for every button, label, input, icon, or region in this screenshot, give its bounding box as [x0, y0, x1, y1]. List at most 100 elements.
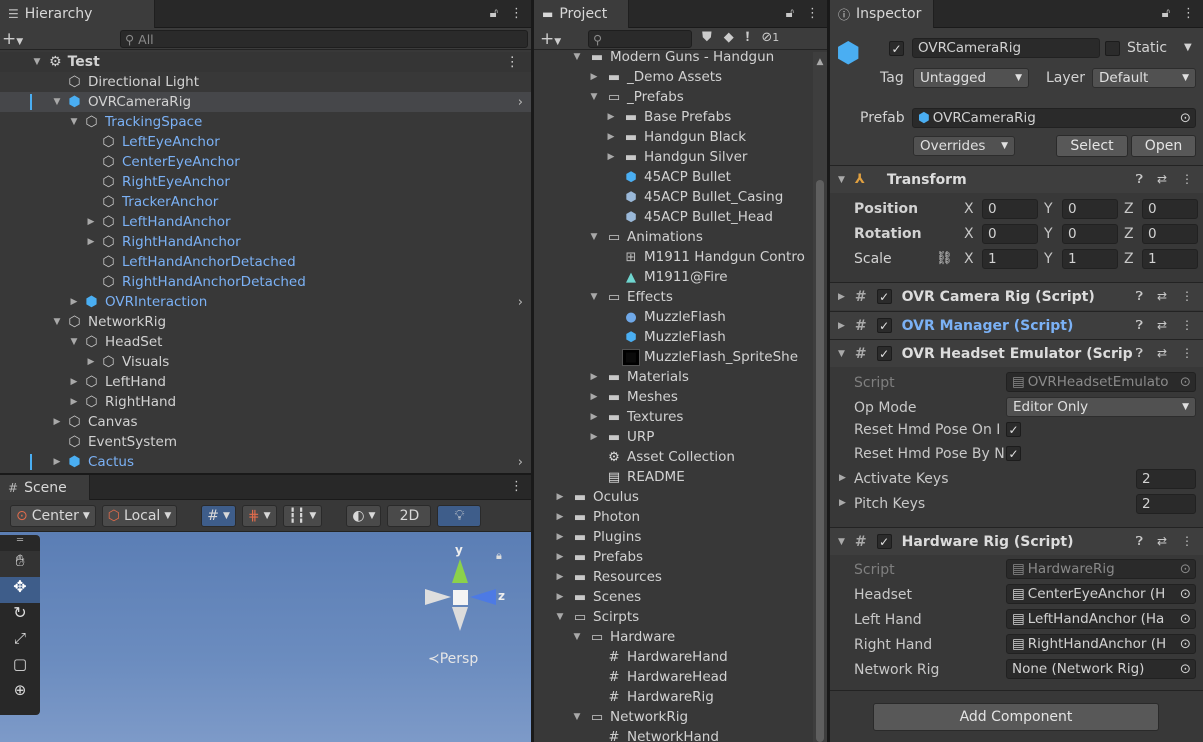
rotation-z-axis-label[interactable]: Z — [1124, 226, 1134, 242]
right-hand-field[interactable]: ▤ RightHandAnchor (H ⊙ — [1006, 634, 1196, 654]
component-enabled-checkbox[interactable]: ✓ — [876, 318, 892, 333]
position-z-field[interactable]: 0 — [1142, 199, 1198, 219]
project-scrollbar[interactable]: ▲ — [813, 52, 827, 742]
headset-field[interactable]: ▤ CenterEyeAnchor (H ⊙ — [1006, 584, 1196, 604]
foldout-arrow-icon[interactable]: ▼ — [838, 349, 845, 359]
expand-arrow-icon[interactable]: ▼ — [31, 57, 43, 67]
gameobject-cube-icon[interactable]: ⬢ — [836, 36, 860, 69]
expand-arrow-icon[interactable]: ▶ — [588, 72, 600, 82]
hierarchy-item[interactable]: ▼ ⬡ NetworkRig — [0, 312, 531, 332]
space-dropdown[interactable]: ⬡ Local ▼ — [101, 504, 178, 527]
warning-icon[interactable]: ❗︎ — [746, 30, 750, 45]
active-checkbox[interactable]: ✓ — [889, 41, 904, 56]
reset-hmd-pose-by-checkbox[interactable]: ✓ — [1006, 446, 1021, 461]
drag-handle-icon[interactable]: ═ — [0, 535, 40, 551]
expand-arrow-icon[interactable]: ▼ — [588, 232, 600, 242]
project-item[interactable]: ▶ ▬ Scenes — [534, 587, 827, 607]
scale-z-axis-label[interactable]: Z — [1124, 251, 1134, 267]
expand-arrow-icon[interactable]: ▼ — [51, 97, 63, 107]
scale-z-field[interactable]: 1 — [1142, 249, 1198, 269]
rotate-tool-icon[interactable]: ↻ — [0, 603, 40, 629]
network-rig-field[interactable]: None (Network Rig) ⊙ — [1006, 659, 1196, 679]
expand-arrow-icon[interactable]: ▶ — [85, 217, 97, 227]
presets-icon[interactable]: ⇄ — [1157, 534, 1167, 549]
foldout-arrow-icon[interactable]: ▶ — [838, 321, 845, 331]
kebab-menu-icon[interactable]: ⋮ — [1181, 289, 1193, 304]
scene-root-row[interactable]: ▼ ⚙︎ Test ⋮ — [0, 52, 531, 72]
object-picker-icon[interactable]: ⊙ — [1179, 661, 1191, 677]
project-item[interactable]: ⬢ 45ACP Bullet — [534, 167, 827, 187]
kebab-menu-icon[interactable]: ⋮ — [1181, 534, 1193, 549]
foldout-arrow-icon[interactable]: ▶ — [838, 292, 845, 302]
position-y-axis-label[interactable]: Y — [1044, 201, 1053, 217]
expand-arrow-icon[interactable]: ▼ — [68, 337, 80, 347]
op-mode-dropdown[interactable]: Editor Only ▼ — [1006, 397, 1196, 417]
rect-tool-icon[interactable]: ▢ — [0, 655, 40, 681]
project-item[interactable]: # HardwareHead — [534, 667, 827, 687]
hierarchy-item[interactable]: ▼ ⬢ OVRCameraRig › — [0, 92, 531, 112]
project-item[interactable]: ▼ ▭ NetworkRig — [534, 707, 827, 727]
kebab-menu-icon[interactable]: ⋮ — [1181, 346, 1193, 361]
help-icon[interactable]: ❓︎ — [1136, 346, 1143, 361]
kebab-menu-icon[interactable]: ⋮ — [1181, 318, 1193, 333]
foldout-arrow-icon[interactable]: ▶ — [839, 473, 846, 483]
project-item[interactable]: ▶ ▬ _Demo Assets — [534, 67, 827, 87]
help-icon[interactable]: ❓︎ — [1136, 534, 1143, 549]
scale-x-field[interactable]: 1 — [982, 249, 1038, 269]
select-button[interactable]: Select — [1056, 135, 1128, 157]
expand-arrow-icon[interactable]: ▶ — [554, 592, 566, 602]
project-item[interactable]: ▶ ▬ Plugins — [534, 527, 827, 547]
position-y-field[interactable]: 0 — [1062, 199, 1118, 219]
help-icon[interactable]: ❓︎ — [1136, 318, 1143, 333]
project-item[interactable]: ▶ ▬ Base Prefabs — [534, 107, 827, 127]
foldout-arrow-icon[interactable]: ▶ — [839, 498, 846, 508]
hierarchy-item[interactable]: ⬡ Directional Light — [0, 72, 531, 92]
move-tool-icon[interactable]: ✥ — [0, 577, 40, 603]
scroll-thumb[interactable] — [816, 180, 824, 742]
inspector-tab[interactable]: ⓘ Inspector — [830, 0, 934, 28]
increment-snap-toggle[interactable]: ⋕ ▼ — [241, 504, 277, 527]
lighting-toggle[interactable]: 💡︎ — [437, 504, 482, 527]
help-icon[interactable]: ❓︎ — [1136, 172, 1143, 187]
expand-arrow-icon[interactable]: ▼ — [588, 292, 600, 302]
object-picker-icon[interactable]: ⊙ — [1179, 586, 1191, 602]
project-search-input[interactable]: ⚲ — [588, 30, 692, 48]
overrides-dropdown[interactable]: Overrides ▼ — [913, 136, 1015, 156]
hierarchy-item[interactable]: ▶ ⬡ Canvas — [0, 412, 531, 432]
rotation-x-axis-label[interactable]: X — [964, 226, 974, 242]
hierarchy-item[interactable]: ▶ ⬡ LeftHand — [0, 372, 531, 392]
presets-icon[interactable]: ⇄ — [1157, 346, 1167, 361]
expand-arrow-icon[interactable]: ▼ — [571, 712, 583, 722]
object-picker-icon[interactable]: ⊙ — [1179, 611, 1191, 627]
expand-arrow-icon[interactable]: ▼ — [588, 92, 600, 102]
expand-arrow-icon[interactable]: ▶ — [68, 377, 80, 387]
project-item[interactable]: # NetworkHand — [534, 727, 827, 742]
expand-arrow-icon[interactable]: ▶ — [605, 112, 617, 122]
expand-arrow-icon[interactable]: ▶ — [68, 397, 80, 407]
project-item[interactable]: ▶ ▬ Oculus — [534, 487, 827, 507]
expand-arrow-icon[interactable]: ▶ — [554, 552, 566, 562]
position-x-axis-label[interactable]: X — [964, 201, 974, 217]
link-scale-icon[interactable]: ⛓︎ — [936, 251, 953, 266]
hierarchy-item[interactable]: ▶ ⬡ LeftHandAnchor — [0, 212, 531, 232]
expand-arrow-icon[interactable]: ▶ — [51, 417, 63, 427]
expand-arrow-icon[interactable]: ▶ — [85, 237, 97, 247]
lock-icon[interactable]: 🔓︎ — [786, 6, 794, 21]
hierarchy-item[interactable]: ▶ ⬢ OVRInteraction › — [0, 292, 531, 312]
filter-type-icon[interactable]: ⛊ — [702, 30, 712, 45]
hierarchy-item[interactable]: ▶ ⬡ RightHand — [0, 392, 531, 412]
add-component-button[interactable]: Add Component — [873, 703, 1159, 731]
expand-arrow-icon[interactable]: ▼ — [571, 632, 583, 642]
hierarchy-item[interactable]: ⬡ EventSystem — [0, 432, 531, 452]
ovr-manager-header[interactable]: ▶ # ✓ OVR Manager (Script) ❓︎ ⇄ ⋮ — [830, 311, 1203, 339]
scene-gizmo[interactable]: y 🔒︎ z — [420, 543, 510, 643]
project-item[interactable]: ⬢ 45ACP Bullet_Casing — [534, 187, 827, 207]
expand-arrow-icon[interactable]: ▶ — [51, 457, 63, 467]
hierarchy-item[interactable]: ⬡ LeftHandAnchorDetached — [0, 252, 531, 272]
hierarchy-search-input[interactable]: ⚲ All — [120, 30, 528, 48]
2d-toggle[interactable]: 2D — [387, 504, 432, 527]
project-item[interactable]: ● MuzzleFlash — [534, 307, 827, 327]
kebab-menu-icon[interactable]: ⋮ — [510, 479, 523, 494]
filter-label-icon[interactable]: ◆ — [724, 30, 734, 45]
project-item[interactable]: ▶ ▬ Textures — [534, 407, 827, 427]
